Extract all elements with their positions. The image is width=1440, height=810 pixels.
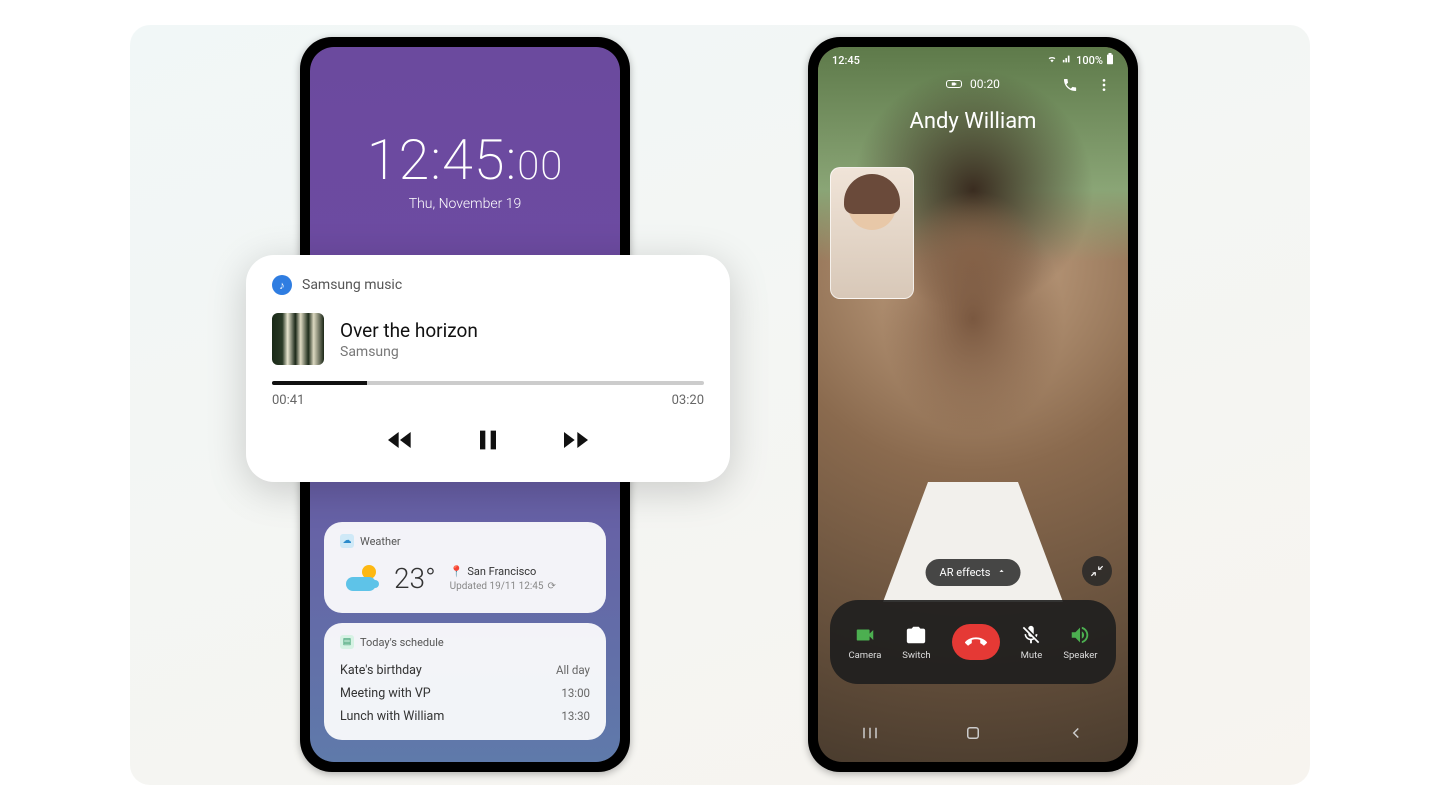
chevron-up-icon — [996, 566, 1006, 579]
track-artist: Samsung — [340, 344, 478, 360]
camera-button[interactable]: Camera — [848, 624, 881, 661]
nav-back[interactable] — [1066, 723, 1086, 743]
nav-home[interactable] — [963, 723, 983, 743]
call-duration: 00:20 — [970, 77, 1000, 91]
video-call-screen: 12:45 100% — [818, 47, 1128, 762]
battery-text: 100% — [1076, 54, 1103, 67]
weather-location: San Francisco — [467, 565, 536, 578]
nav-recents[interactable] — [860, 723, 880, 743]
call-controls: Camera Switch — [830, 600, 1116, 684]
progress-bar[interactable] — [272, 381, 704, 385]
rewind-button[interactable] — [384, 424, 416, 460]
weather-icon: ☁ — [340, 534, 354, 548]
self-preview[interactable] — [830, 167, 914, 299]
refresh-icon[interactable]: ⟳ — [548, 581, 556, 592]
music-notification[interactable]: ♪ Samsung music Over the horizon Samsung… — [246, 255, 730, 482]
schedule-row: Kate's birthday All day — [340, 659, 590, 682]
battery-icon — [1106, 53, 1114, 68]
schedule-header: Today's schedule — [360, 636, 444, 649]
signal-icon — [1061, 54, 1073, 67]
speaker-button[interactable]: Speaker — [1063, 624, 1097, 661]
nav-bar — [818, 704, 1128, 762]
mute-button[interactable]: Mute — [1020, 624, 1042, 661]
pause-button[interactable] — [472, 424, 504, 460]
end-call-button[interactable] — [952, 624, 1000, 660]
location-pin-icon: 📍 — [450, 565, 464, 578]
weather-header: Weather — [360, 535, 401, 548]
phone-icon[interactable] — [1062, 77, 1078, 97]
time-elapsed: 00:41 — [272, 393, 304, 408]
status-time: 12:45 — [832, 54, 860, 67]
more-icon[interactable] — [1096, 77, 1112, 97]
weather-updated: Updated 19/11 12:45 — [450, 581, 544, 592]
phone-right: 12:45 100% — [808, 37, 1138, 772]
weather-card[interactable]: ☁ Weather 23° 📍 San Francisco — [324, 522, 606, 613]
ar-effects-button[interactable]: AR effects — [926, 559, 1021, 586]
minimize-button[interactable] — [1082, 556, 1112, 586]
video-badge-icon — [946, 80, 962, 88]
sun-cloud-icon — [346, 565, 380, 593]
lock-time: 12:45:00 — [310, 47, 620, 188]
status-bar: 12:45 100% — [818, 47, 1128, 73]
wifi-icon — [1046, 54, 1058, 67]
time-total: 03:20 — [672, 393, 704, 408]
switch-button[interactable]: Switch — [902, 624, 930, 661]
lock-date: Thu, November 19 — [310, 196, 620, 212]
music-app-name: Samsung music — [302, 277, 402, 293]
calendar-icon: ▤ — [340, 635, 354, 649]
caller-name: Andy William — [818, 109, 1128, 134]
showcase-canvas: 12:45:00 Thu, November 19 ☁ Weather 23° — [130, 25, 1310, 785]
schedule-row: Lunch with William 13:30 — [340, 705, 590, 728]
music-app-icon: ♪ — [272, 275, 292, 295]
album-art — [272, 313, 324, 365]
schedule-card[interactable]: ▤ Today's schedule Kate's birthday All d… — [324, 623, 606, 740]
weather-temp: 23° — [394, 562, 436, 595]
schedule-row: Meeting with VP 13:00 — [340, 682, 590, 705]
track-title: Over the horizon — [340, 319, 478, 342]
forward-button[interactable] — [560, 424, 592, 460]
